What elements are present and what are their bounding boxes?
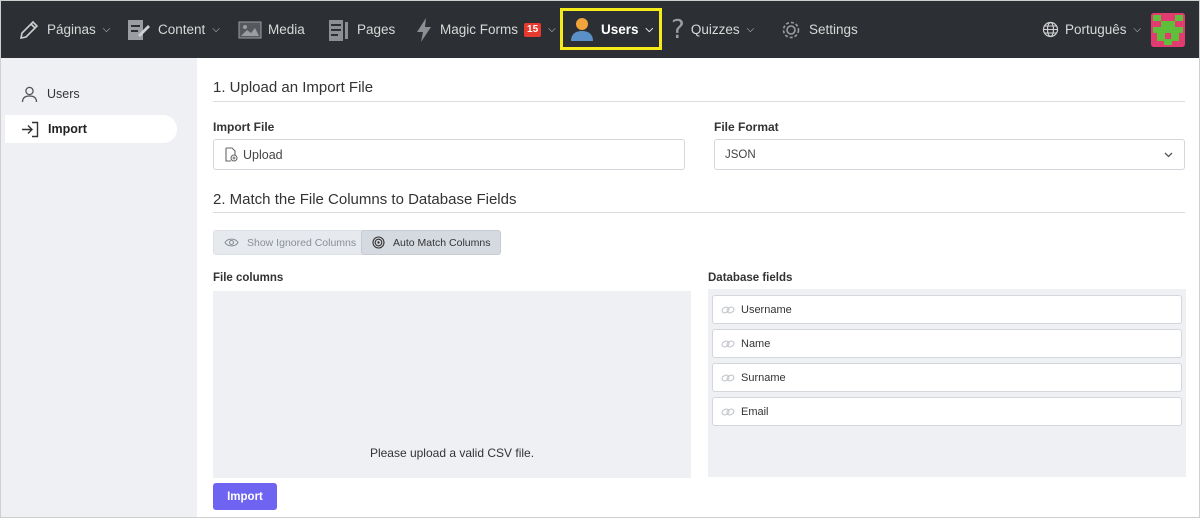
target-icon bbox=[372, 236, 385, 249]
database-field-label: Email bbox=[741, 405, 769, 418]
sign-in-icon bbox=[22, 121, 39, 137]
nav-magic-forms-label: Magic Forms bbox=[440, 22, 519, 37]
database-field-label: Name bbox=[741, 337, 771, 350]
language-label: Português bbox=[1065, 22, 1127, 37]
nav-pages[interactable]: Pages bbox=[327, 1, 395, 58]
section-divider bbox=[213, 101, 1185, 102]
nav-media-label: Media bbox=[268, 22, 305, 37]
globe-icon bbox=[1042, 21, 1059, 38]
database-field-item[interactable]: Name bbox=[712, 329, 1182, 358]
chevron-down-icon: ⌵ bbox=[1133, 24, 1142, 35]
gear-icon bbox=[782, 21, 800, 38]
show-ignored-columns-button[interactable]: Show Ignored Columns bbox=[213, 230, 368, 255]
sidebar-item-import[interactable]: Import bbox=[5, 115, 177, 143]
user-profile-avatar[interactable] bbox=[1151, 13, 1185, 47]
nav-settings-label: Settings bbox=[809, 22, 858, 37]
nav-content-label: Content bbox=[158, 22, 206, 37]
file-upload-icon bbox=[225, 147, 238, 162]
import-file-label: Import File bbox=[213, 120, 275, 134]
file-columns-panel: Please upload a valid CSV file. bbox=[213, 291, 691, 478]
section-upload-title: 1. Upload an Import File bbox=[213, 79, 374, 96]
section-divider bbox=[213, 212, 1185, 213]
user-avatar-icon bbox=[571, 18, 593, 41]
nav-quizzes[interactable]: ? Quizzes ⌵ bbox=[671, 1, 754, 58]
chevron-down-icon: ⌵ bbox=[548, 24, 556, 35]
nav-magic-forms[interactable]: Magic Forms 15 ⌵ bbox=[414, 1, 556, 58]
import-button[interactable]: Import bbox=[213, 483, 277, 510]
database-fields-label: Database fields bbox=[708, 272, 793, 284]
nav-content[interactable]: Content ⌵ bbox=[126, 1, 220, 58]
database-field-label: Username bbox=[741, 303, 792, 316]
nav-settings[interactable]: Settings bbox=[779, 1, 858, 58]
file-format-select[interactable]: JSON bbox=[714, 139, 1185, 170]
file-format-value: JSON bbox=[725, 148, 756, 161]
sidebar: Users Import bbox=[1, 58, 197, 517]
link-icon bbox=[721, 408, 735, 415]
chevron-down-icon: ⌵ bbox=[645, 23, 654, 35]
chevron-down-icon bbox=[1164, 152, 1173, 158]
question-mark-icon: ? bbox=[671, 14, 685, 45]
link-icon bbox=[721, 340, 735, 347]
pixel-avatar-icon bbox=[1151, 13, 1185, 47]
section-match-title: 2. Match the File Columns to Database Fi… bbox=[213, 191, 517, 208]
show-ignored-columns-label: Show Ignored Columns bbox=[247, 236, 357, 249]
database-field-label: Surname bbox=[741, 371, 786, 384]
chevron-down-icon: ⌵ bbox=[212, 24, 220, 35]
document-edit-icon bbox=[128, 19, 150, 40]
pages-icon bbox=[329, 19, 348, 41]
image-icon bbox=[238, 21, 262, 38]
sidebar-item-label: Users bbox=[47, 87, 80, 101]
file-format-label: File Format bbox=[714, 120, 779, 134]
nav-media[interactable]: Media bbox=[238, 1, 305, 58]
auto-match-columns-label: Auto Match Columns bbox=[393, 236, 491, 249]
database-field-item[interactable]: Email bbox=[712, 397, 1182, 426]
sidebar-item-users[interactable]: Users bbox=[5, 80, 177, 108]
nav-users-label: Users bbox=[601, 21, 639, 37]
nav-paginas-label: Páginas bbox=[47, 22, 96, 37]
empty-state-message: Please upload a valid CSV file. bbox=[369, 446, 535, 460]
chevron-down-icon: ⌵ bbox=[102, 24, 111, 35]
database-field-item[interactable]: Username bbox=[712, 295, 1182, 324]
database-field-item[interactable]: Surname bbox=[712, 363, 1182, 392]
pencil-icon bbox=[19, 20, 39, 39]
link-icon bbox=[721, 306, 735, 313]
upload-text: Upload bbox=[243, 147, 283, 162]
eye-icon bbox=[224, 238, 239, 247]
link-icon bbox=[721, 374, 735, 381]
top-navigation-bar: Páginas ⌵ Content ⌵ Media Pages Magic Fo… bbox=[1, 1, 1199, 58]
nav-pages-label: Pages bbox=[357, 22, 396, 37]
database-fields-panel: Username Name Surname Email bbox=[708, 289, 1186, 477]
sidebar-item-label: Import bbox=[48, 122, 87, 136]
notification-badge: 15 bbox=[524, 22, 542, 37]
nav-quizzes-label: Quizzes bbox=[690, 22, 740, 37]
lightning-icon bbox=[417, 17, 431, 42]
auto-match-columns-button[interactable]: Auto Match Columns bbox=[361, 230, 502, 255]
upload-field[interactable]: Upload bbox=[213, 139, 685, 170]
chevron-down-icon: ⌵ bbox=[746, 24, 755, 35]
nav-paginas[interactable]: Páginas ⌵ bbox=[17, 1, 110, 58]
nav-users[interactable]: Users ⌵ bbox=[560, 8, 663, 50]
app-frame: Páginas ⌵ Content ⌵ Media Pages Magic Fo… bbox=[0, 0, 1200, 518]
file-columns-label: File columns bbox=[213, 272, 284, 284]
main-content: 1. Upload an Import File Import File Upl… bbox=[197, 58, 1199, 517]
user-icon bbox=[21, 86, 38, 102]
language-selector[interactable]: Português ⌵ bbox=[1042, 1, 1141, 58]
